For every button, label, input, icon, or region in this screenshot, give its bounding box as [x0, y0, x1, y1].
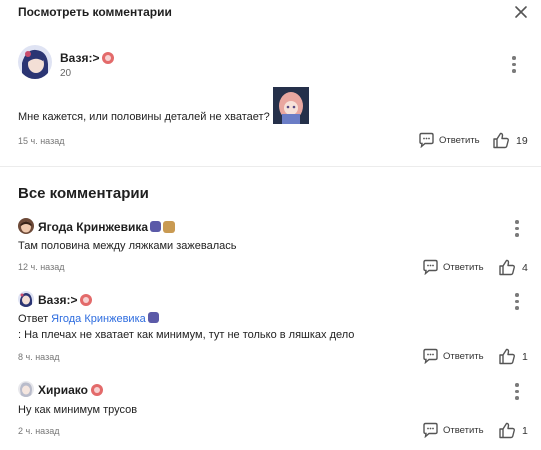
- comment-text: Мне кажется, или половины деталей не хва…: [18, 111, 270, 123]
- author-name: Хириако: [38, 383, 88, 397]
- reply-prefix: Ответ: [18, 313, 49, 325]
- more-options-icon[interactable]: [514, 293, 520, 310]
- like-button[interactable]: 1: [498, 348, 528, 365]
- reply-reference: Ответ Ягода Кринжевика: [18, 312, 159, 325]
- sticker-image: [273, 87, 309, 124]
- badge-icon: [147, 312, 159, 323]
- comment-text: Там половина между ляжками зажевалась: [18, 240, 237, 252]
- comment-icon: [423, 348, 438, 364]
- like-button[interactable]: 1: [498, 422, 528, 439]
- comment-text: : На плечах не хватает как минимум, тут …: [18, 329, 355, 341]
- more-options-icon[interactable]: [514, 383, 520, 400]
- more-options-icon[interactable]: [511, 56, 517, 73]
- avatar[interactable]: [18, 381, 34, 397]
- comment-time: 2 ч. назад: [18, 426, 60, 436]
- comment-text: Ну как минимум трусов: [18, 404, 138, 416]
- comment-icon: [423, 259, 438, 275]
- author-name: Ягода Кринжевика: [38, 220, 148, 234]
- author-name: Вазя:>: [60, 51, 100, 65]
- thumbs-up-icon: [499, 259, 515, 276]
- user-avatar-icon: [18, 218, 34, 234]
- page-title: Посмотреть комментарии: [18, 5, 172, 19]
- like-count: 19: [516, 134, 528, 147]
- thumbs-up-icon: [493, 132, 509, 149]
- reply-button[interactable]: Ответить: [422, 422, 484, 438]
- comment-time: 8 ч. назад: [18, 352, 60, 362]
- avatar[interactable]: [18, 291, 34, 307]
- more-options-icon[interactable]: [514, 220, 520, 237]
- comment-time: 15 ч. назад: [18, 136, 65, 146]
- comment-icon: [419, 132, 434, 148]
- badge-icon: [163, 221, 175, 233]
- comment-author[interactable]: Вазя:>: [60, 51, 115, 65]
- user-avatar-icon: [18, 291, 34, 307]
- avatar[interactable]: [18, 218, 34, 234]
- close-icon[interactable]: [512, 3, 530, 21]
- badge-icon: [80, 294, 93, 306]
- badge-icon: [150, 221, 161, 232]
- thumbs-up-icon: [499, 422, 515, 439]
- reply-button[interactable]: Ответить: [418, 132, 480, 148]
- comment-time: 12 ч. назад: [18, 262, 65, 272]
- reply-button[interactable]: Ответить: [422, 259, 484, 275]
- like-button[interactable]: 19: [492, 132, 528, 149]
- avatar[interactable]: [18, 45, 52, 79]
- thumbs-up-icon: [499, 348, 515, 365]
- badge-icon: [102, 52, 115, 64]
- reply-to-link[interactable]: Ягода Кринжевика: [51, 313, 146, 325]
- reply-label: Ответить: [443, 350, 484, 362]
- reply-label: Ответить: [439, 134, 480, 146]
- like-count: 4: [522, 261, 528, 274]
- comment-author[interactable]: Вазя:>: [38, 293, 93, 307]
- reply-label: Ответить: [443, 424, 484, 436]
- section-title: Все комментарии: [18, 185, 149, 202]
- like-count: 1: [522, 350, 528, 363]
- like-button[interactable]: 4: [498, 259, 528, 276]
- comment-author[interactable]: Хириако: [38, 383, 103, 397]
- comment-icon: [423, 422, 438, 438]
- user-avatar-icon: [18, 45, 52, 79]
- user-avatar-icon: [18, 381, 34, 397]
- section-divider: [0, 166, 541, 167]
- author-name: Вазя:>: [38, 293, 78, 307]
- like-count: 1: [522, 424, 528, 437]
- badge-icon: [90, 384, 103, 396]
- reply-button[interactable]: Ответить: [422, 348, 484, 364]
- comment-author[interactable]: Ягода Кринжевика: [38, 220, 175, 234]
- reply-label: Ответить: [443, 261, 484, 273]
- user-level: 20: [60, 68, 72, 79]
